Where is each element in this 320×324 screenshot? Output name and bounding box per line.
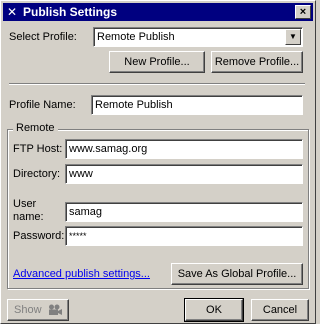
window-title: Publish Settings (23, 5, 118, 19)
user-name-input[interactable]: samag (65, 202, 303, 222)
advanced-publish-settings-link[interactable]: Advanced publish settings... (13, 268, 150, 280)
chevron-down-icon[interactable]: ▼ (285, 29, 301, 45)
show-button[interactable]: Show (7, 299, 69, 321)
save-global-profile-button[interactable]: Save As Global Profile... (171, 263, 303, 285)
ftp-host-label: FTP Host: (13, 143, 63, 155)
user-name-label-line2: name: (13, 211, 44, 223)
password-label: Password: (13, 230, 65, 242)
select-profile-label: Select Profile: (9, 31, 77, 43)
divider (9, 83, 305, 85)
ftp-host-input[interactable]: www.samag.org (65, 139, 303, 159)
password-input[interactable]: ***** (65, 226, 303, 246)
publish-settings-dialog: ✕ Publish Settings × Select Profile: Rem… (0, 0, 316, 324)
directory-input[interactable]: www (65, 164, 303, 184)
app-icon: ✕ (7, 5, 18, 19)
profile-select[interactable]: Remote Publish ▼ (93, 27, 303, 47)
remove-profile-button[interactable]: Remove Profile... (211, 51, 303, 73)
film-camera-icon (49, 304, 62, 315)
show-button-label: Show (14, 304, 42, 316)
profile-name-label: Profile Name: (9, 99, 76, 111)
profile-name-input[interactable]: Remote Publish (91, 95, 303, 115)
new-profile-button[interactable]: New Profile... (109, 51, 205, 73)
close-button[interactable]: × (295, 5, 311, 19)
directory-label: Directory: (13, 168, 61, 180)
title-bar[interactable]: ✕ Publish Settings × (3, 3, 313, 21)
user-name-label-line1: User (13, 198, 37, 210)
remote-group-label: Remote (13, 122, 58, 134)
ok-button[interactable]: OK (184, 298, 244, 322)
cancel-button[interactable]: Cancel (251, 299, 309, 321)
profile-select-value: Remote Publish (97, 31, 175, 43)
